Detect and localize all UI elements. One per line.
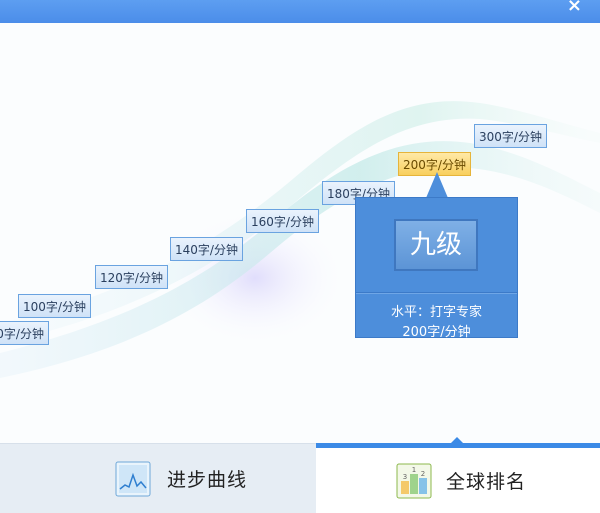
tab-progress-label: 进步曲线 — [167, 469, 248, 491]
level-speed: 200字/分钟 — [402, 325, 471, 340]
speed-step-140: 140字/分钟 — [170, 237, 243, 261]
tab-ranking-label: 全球排名 — [446, 471, 527, 493]
title-bar: × — [0, 0, 600, 23]
speed-step-100: 100字/分钟 — [18, 294, 91, 318]
level-card: 九级 水平：打字专家 200字/分钟 — [355, 197, 518, 340]
speed-step-160: 160字/分钟 — [246, 209, 319, 233]
level-description: 水平：打字专家 — [390, 305, 482, 320]
level-card-pointer — [426, 172, 448, 198]
speed-step-120: 120字/分钟 — [95, 265, 168, 289]
tab-progress-curve[interactable]: 进步曲线 — [0, 443, 316, 513]
ranking-podium-icon: 3 1 2 — [396, 463, 432, 498]
svg-text:1: 1 — [412, 466, 416, 474]
svg-text:2: 2 — [421, 470, 425, 478]
svg-text:3: 3 — [403, 473, 407, 481]
close-icon[interactable]: × — [567, 0, 582, 16]
level-badge: 九级 — [394, 219, 478, 271]
bottom-tab-bar: 进步曲线 3 1 2 全球排名 — [0, 443, 600, 513]
speed-step-partial: 120字/分钟 — [0, 321, 49, 345]
level-divider — [356, 292, 517, 293]
speed-step-300: 300字/分钟 — [474, 124, 547, 148]
line-chart-icon — [115, 461, 151, 496]
tab-global-ranking[interactable]: 3 1 2 全球排名 — [316, 443, 600, 513]
